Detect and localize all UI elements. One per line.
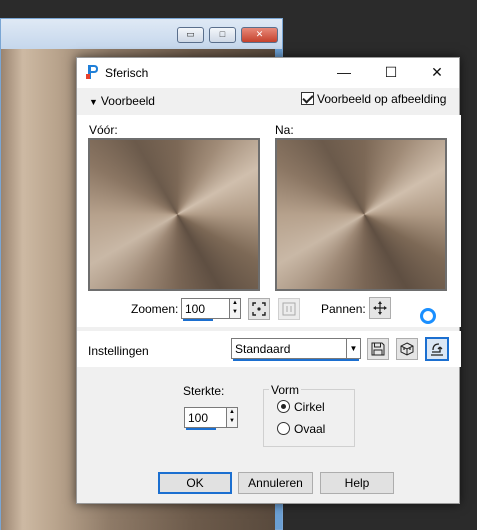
strength-input[interactable]: 100 ▲ ▼ — [184, 407, 238, 430]
zoom-value: 100 — [185, 302, 206, 316]
move-icon — [373, 301, 387, 315]
zoom-actual-size-icon — [282, 302, 296, 316]
before-preview[interactable] — [88, 138, 260, 291]
background-window-titlebar: ▭ □ ✕ — [1, 19, 282, 49]
background-close-button[interactable]: ✕ — [241, 27, 278, 43]
shape-groupbox — [263, 389, 355, 447]
dialog-titlebar: Sferisch — ☐ ✕ — [77, 58, 459, 88]
before-label: Vóór: — [89, 123, 118, 137]
pan-label: Pannen: — [321, 302, 366, 316]
randomize-icon — [400, 342, 414, 356]
shape-option-circle-label: Cirkel — [294, 400, 325, 414]
reset-icon — [431, 343, 443, 356]
preview-on-image-label: Voorbeeld op afbeelding — [317, 92, 447, 106]
settings-label: Instellingen — [88, 344, 149, 358]
chevron-down-icon: ▼ — [346, 339, 360, 358]
strength-focus-underline — [186, 428, 216, 430]
sferisch-dialog: Sferisch — ☐ ✕ ▼ Voorbeeld Voorbeeld op a… — [76, 57, 461, 504]
app-logo-icon — [86, 65, 98, 79]
save-preset-button[interactable] — [367, 338, 389, 360]
zoom-input[interactable]: 100 ▲ ▼ — [181, 298, 241, 321]
strength-stepper[interactable]: ▲ ▼ — [226, 408, 237, 427]
zoom-stepper[interactable]: ▲ ▼ — [229, 299, 240, 318]
randomize-button[interactable] — [396, 338, 418, 360]
cancel-button[interactable]: Annuleren — [238, 472, 313, 494]
shape-option-circle[interactable]: Cirkel — [277, 400, 377, 414]
settings-preset-select[interactable]: Standaard ▼ — [231, 338, 361, 361]
close-button[interactable]: ✕ — [414, 58, 460, 88]
reset-button[interactable] — [425, 337, 449, 361]
shape-group-label: Vorm — [269, 383, 302, 397]
minimize-button[interactable]: — — [321, 58, 367, 88]
dialog-title: Sferisch — [105, 66, 149, 80]
zoom-actual-size-button[interactable] — [278, 298, 300, 320]
help-button[interactable]: Help — [320, 472, 394, 494]
busy-indicator-icon — [420, 308, 436, 324]
settings-preset-value: Standaard — [235, 342, 291, 356]
background-maximize-button[interactable]: □ — [209, 27, 236, 43]
zoom-fit-icon — [252, 302, 266, 316]
caret-down-icon: ▼ — [89, 97, 98, 107]
shape-option-oval[interactable]: Ovaal — [277, 422, 377, 436]
zoom-fit-button[interactable] — [248, 298, 270, 320]
checkbox-checked-icon[interactable] — [301, 92, 314, 105]
radio-selected-icon[interactable] — [277, 400, 290, 413]
settings-focus-underline — [233, 359, 359, 361]
preview-toggle[interactable]: ▼ Voorbeeld — [89, 94, 155, 108]
strength-value: 100 — [188, 411, 209, 425]
zoom-focus-underline — [183, 319, 213, 321]
background-minimize-button[interactable]: ▭ — [177, 27, 204, 43]
preview-toggle-label: Voorbeeld — [100, 94, 155, 108]
ok-button[interactable]: OK — [158, 472, 232, 494]
shape-option-oval-label: Ovaal — [294, 422, 326, 436]
strength-label: Sterkte: — [183, 384, 225, 398]
maximize-button[interactable]: ☐ — [368, 58, 414, 88]
radio-unselected-icon[interactable] — [277, 422, 290, 435]
preview-on-image-checkbox[interactable]: Voorbeeld op afbeelding — [301, 92, 446, 106]
save-icon — [371, 342, 385, 356]
pan-button[interactable] — [369, 297, 391, 319]
after-preview[interactable] — [275, 138, 447, 291]
zoom-label: Zoomen: — [131, 302, 179, 316]
after-label: Na: — [275, 123, 294, 137]
